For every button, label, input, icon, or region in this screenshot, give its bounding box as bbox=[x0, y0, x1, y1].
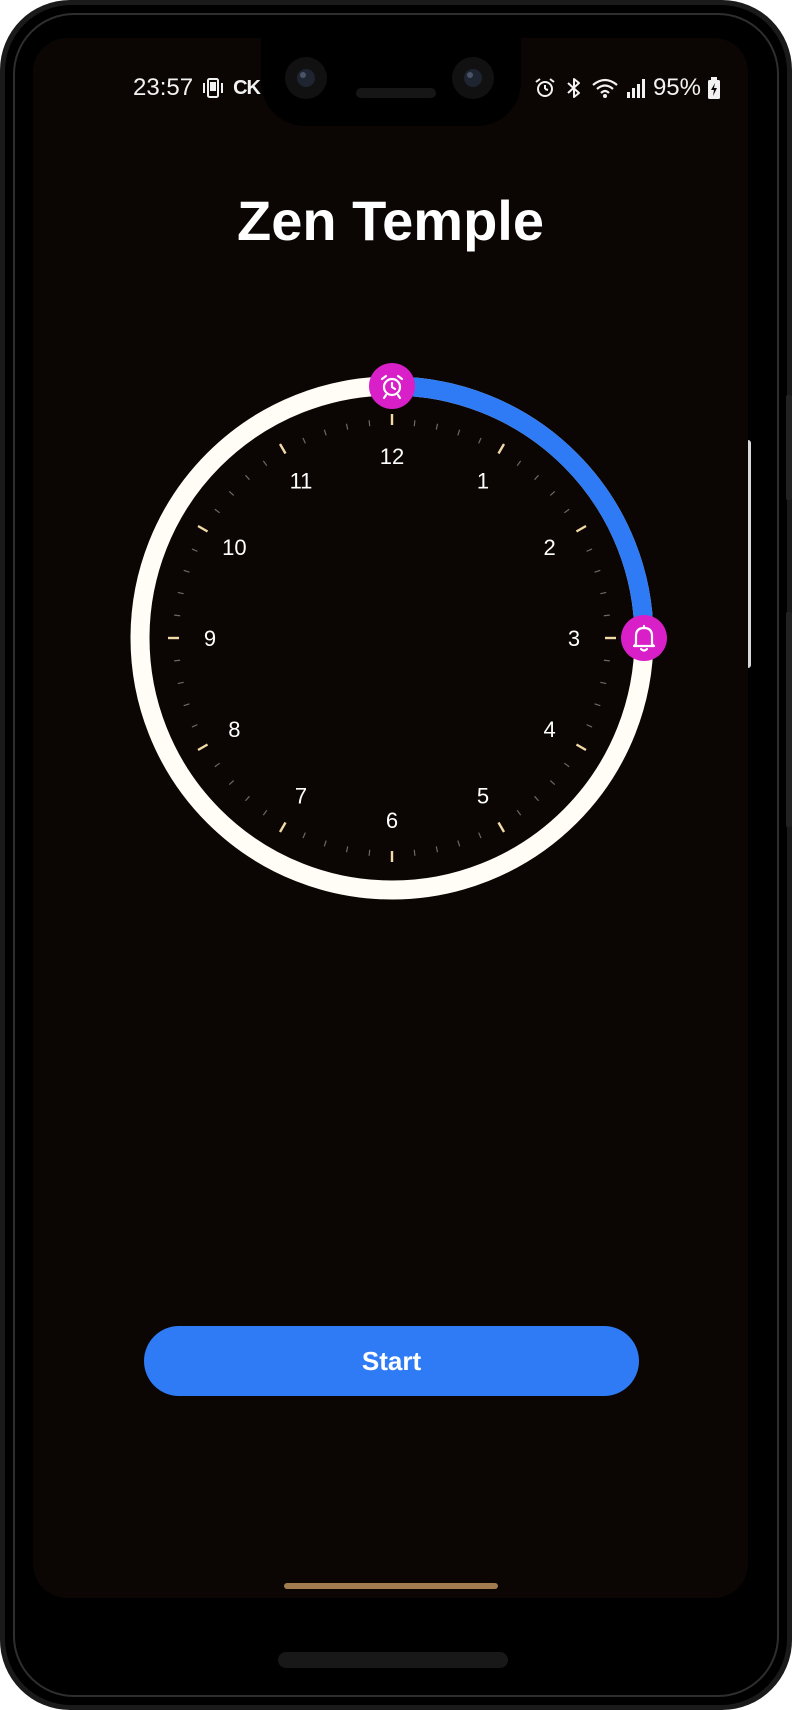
minute-tick bbox=[478, 437, 482, 444]
hour-tick bbox=[497, 821, 506, 833]
minute-tick bbox=[214, 508, 221, 514]
minute-tick bbox=[435, 846, 439, 853]
hour-tick bbox=[278, 443, 287, 455]
minute-tick bbox=[516, 809, 522, 816]
hour-tick bbox=[197, 524, 209, 533]
minute-tick bbox=[600, 681, 607, 685]
minute-tick bbox=[549, 780, 556, 785]
hour-label: 3 bbox=[568, 626, 580, 651]
hour-label: 8 bbox=[228, 717, 240, 742]
hour-tick bbox=[278, 821, 287, 833]
minute-tick bbox=[516, 460, 522, 467]
sleep-dial[interactable]: 121234567891011 bbox=[33, 38, 748, 1038]
wake-time-handle[interactable] bbox=[621, 615, 667, 661]
minute-tick bbox=[177, 591, 184, 595]
minute-tick bbox=[563, 762, 570, 768]
minute-tick bbox=[302, 437, 306, 444]
minute-tick bbox=[586, 724, 593, 728]
minute-tick bbox=[323, 429, 327, 436]
hour-label: 10 bbox=[222, 535, 246, 560]
home-indicator[interactable] bbox=[284, 1583, 498, 1589]
minute-tick bbox=[457, 429, 461, 436]
minute-tick bbox=[245, 474, 250, 481]
minute-tick bbox=[191, 548, 198, 552]
hour-label: 5 bbox=[477, 784, 489, 809]
selected-duration-arc[interactable] bbox=[391, 376, 654, 639]
minute-tick bbox=[368, 849, 371, 856]
minute-tick bbox=[183, 569, 190, 573]
minute-tick bbox=[174, 659, 181, 662]
minute-tick bbox=[603, 614, 610, 617]
tick-marks bbox=[168, 414, 616, 862]
minute-tick bbox=[262, 809, 268, 816]
minute-tick bbox=[594, 703, 601, 707]
phone-frame: 23:57 CK 95% Zen Temple 12 1 2 3 4 5 6 7… bbox=[0, 0, 792, 1710]
hour-label: 9 bbox=[204, 626, 216, 651]
start-button[interactable]: Start bbox=[144, 1326, 639, 1396]
minute-tick bbox=[563, 508, 570, 514]
hour-tick bbox=[197, 743, 209, 752]
minute-tick bbox=[594, 569, 601, 573]
minute-tick bbox=[413, 849, 416, 856]
hour-label: 11 bbox=[290, 468, 313, 493]
hour-tick bbox=[497, 443, 506, 455]
hour-label: 2 bbox=[543, 535, 555, 560]
minute-tick bbox=[534, 474, 539, 481]
hour-label: 7 bbox=[295, 784, 307, 809]
minute-tick bbox=[345, 846, 349, 853]
minute-tick bbox=[413, 420, 416, 427]
minute-tick bbox=[262, 460, 268, 467]
minute-tick bbox=[600, 591, 607, 595]
minute-tick bbox=[603, 659, 610, 662]
minute-tick bbox=[534, 795, 539, 802]
start-time-handle[interactable] bbox=[369, 363, 415, 409]
hour-labels: 121234567891011 bbox=[204, 444, 580, 833]
minute-tick bbox=[549, 491, 556, 496]
hour-tick bbox=[575, 524, 587, 533]
minute-tick bbox=[245, 795, 250, 802]
minute-tick bbox=[174, 614, 181, 617]
minute-tick bbox=[478, 832, 482, 839]
minute-tick bbox=[323, 840, 327, 847]
minute-tick bbox=[368, 420, 371, 427]
minute-tick bbox=[457, 840, 461, 847]
minute-tick bbox=[177, 681, 184, 685]
minute-tick bbox=[586, 548, 593, 552]
hour-label: 6 bbox=[386, 808, 398, 833]
minute-tick bbox=[191, 724, 198, 728]
minute-tick bbox=[228, 491, 235, 496]
hour-label: 1 bbox=[477, 468, 489, 493]
screen: 23:57 CK 95% Zen Temple 12 1 2 3 4 5 6 7… bbox=[33, 38, 748, 1598]
hour-label: 12 bbox=[380, 444, 404, 469]
minute-tick bbox=[183, 703, 190, 707]
hour-tick bbox=[575, 743, 587, 752]
minute-tick bbox=[228, 780, 235, 785]
minute-tick bbox=[435, 423, 439, 430]
minute-tick bbox=[345, 423, 349, 430]
hour-label: 4 bbox=[543, 717, 555, 742]
minute-tick bbox=[214, 762, 221, 768]
minute-tick bbox=[302, 832, 306, 839]
